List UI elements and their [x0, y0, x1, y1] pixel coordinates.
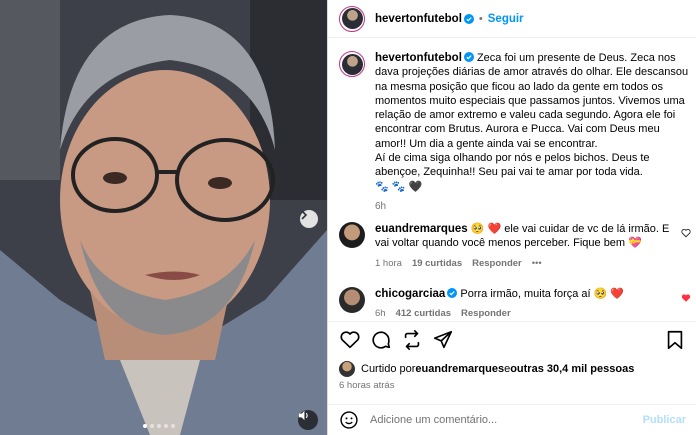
post-media[interactable] — [0, 0, 327, 435]
liker-username[interactable]: euandremarques — [415, 363, 504, 375]
publish-button[interactable]: Publicar — [643, 414, 686, 426]
post-caption: hevertonfutebol Zeca foi um presente de … — [339, 51, 694, 214]
comments-scroll-area[interactable]: hevertonfutebol Zeca foi um presente de … — [328, 39, 696, 321]
caption-emojis: 🐾 🐾 🖤 — [375, 180, 423, 193]
commenter-username[interactable]: chicogarciaa — [375, 288, 445, 300]
heart-icon[interactable] — [339, 329, 361, 351]
likes-prefix: Curtido por — [361, 363, 416, 375]
likes-others-link[interactable]: outras 30,4 mil pessoas — [510, 363, 634, 375]
emoji-icon[interactable] — [339, 410, 359, 430]
likes-summary: Curtido por euandremarques e outras 30,4… — [339, 361, 634, 377]
follow-button[interactable]: Seguir — [488, 13, 524, 25]
post-actions-bar — [328, 321, 696, 357]
caption-author-avatar[interactable] — [339, 51, 365, 77]
commenter-username[interactable]: euandremarques — [375, 223, 468, 235]
comment-item: euandremarques 🥺 ❤️ ele vai cuidar de vc… — [339, 222, 694, 271]
author-username[interactable]: hevertonfutebol — [375, 13, 462, 25]
commenter-avatar[interactable] — [339, 222, 365, 248]
post-photo — [0, 0, 327, 435]
comment-likes[interactable]: 412 curtidas — [396, 307, 451, 321]
repost-icon[interactable] — [401, 329, 423, 351]
caption-text: Zeca foi um presente de Deus. Zeca nos d… — [375, 52, 689, 150]
carousel-dot — [143, 424, 147, 428]
carousel-dot — [150, 424, 154, 428]
comment-age[interactable]: 6h — [375, 307, 386, 321]
comment-likes[interactable]: 19 curtidas — [412, 257, 462, 271]
caption-age: 6h — [375, 200, 387, 212]
verified-badge-icon — [463, 13, 474, 24]
comment-options-button[interactable]: ••• — [532, 257, 542, 271]
reply-button[interactable]: Responder — [472, 257, 522, 271]
heart-icon-liked[interactable] — [681, 293, 691, 303]
verified-badge-icon — [447, 288, 458, 298]
add-comment-bar: Adicione um comentário... Publicar — [328, 404, 696, 435]
caption-author-username[interactable]: hevertonfutebol — [375, 52, 462, 64]
comment-icon[interactable] — [370, 329, 392, 351]
comment-age[interactable]: 1 hora — [375, 257, 402, 271]
liker-avatar[interactable] — [339, 361, 355, 377]
comment-input[interactable]: Adicione um comentário... — [370, 414, 643, 426]
carousel-dot — [171, 424, 175, 428]
send-icon[interactable] — [432, 329, 454, 351]
bookmark-icon[interactable] — [664, 329, 686, 351]
post-header: hevertonfutebol • Seguir — [328, 0, 696, 38]
carousel-dot — [164, 424, 168, 428]
commenter-avatar[interactable] — [339, 287, 365, 313]
comment-item: chicogarciaa Porra irmão, muita força aí… — [339, 287, 694, 321]
heart-icon[interactable] — [681, 228, 691, 238]
speaker-icon — [298, 410, 308, 421]
post-side-panel: hevertonfutebol • Seguir hevertonfutebol… — [327, 0, 696, 435]
verified-badge-icon — [463, 52, 474, 62]
carousel-indicator — [143, 424, 175, 428]
comment-text: Porra irmão, muita força aí 🥺 ❤️ — [460, 288, 625, 300]
chevron-right-icon — [301, 210, 308, 220]
header-separator: • — [478, 12, 483, 25]
post-timestamp[interactable]: 6 horas atrás — [339, 380, 394, 391]
sound-toggle-button[interactable] — [298, 410, 318, 430]
next-media-button[interactable] — [300, 210, 318, 228]
caption-text-continued: Aí de cima siga olhando por nós e pelos … — [375, 152, 650, 179]
reply-button[interactable]: Responder — [461, 307, 511, 321]
author-avatar[interactable] — [339, 5, 365, 32]
carousel-dot — [157, 424, 161, 428]
